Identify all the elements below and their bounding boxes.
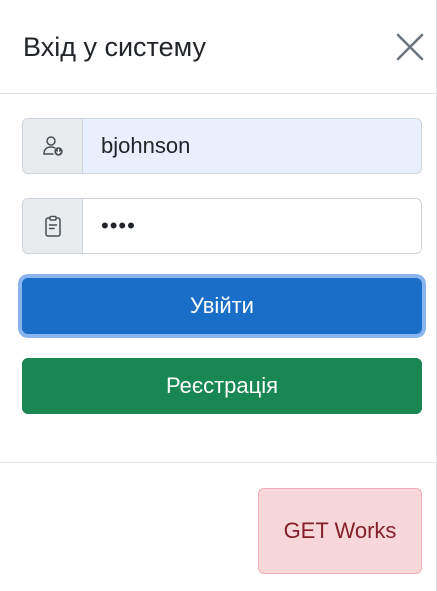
password-group bbox=[22, 198, 422, 254]
get-works-button[interactable]: GET Works bbox=[258, 488, 422, 574]
close-icon bbox=[396, 33, 424, 61]
close-button[interactable] bbox=[393, 30, 427, 64]
modal-footer: GET Works bbox=[0, 462, 436, 591]
password-addon bbox=[22, 198, 82, 254]
user-icon bbox=[42, 136, 63, 156]
login-button[interactable]: Увійти bbox=[22, 278, 422, 334]
password-input[interactable] bbox=[82, 198, 422, 254]
username-input[interactable] bbox=[82, 118, 422, 174]
username-group bbox=[22, 118, 422, 174]
clipboard-icon bbox=[44, 215, 61, 237]
register-button[interactable]: Реєстрація bbox=[22, 358, 422, 414]
username-addon bbox=[22, 118, 82, 174]
login-modal: Вхід у систему bjohnson •••• Увійти Реєс… bbox=[0, 0, 437, 591]
modal-header: Вхід у систему bbox=[0, 0, 436, 94]
modal-title: Вхід у систему bbox=[23, 32, 206, 62]
